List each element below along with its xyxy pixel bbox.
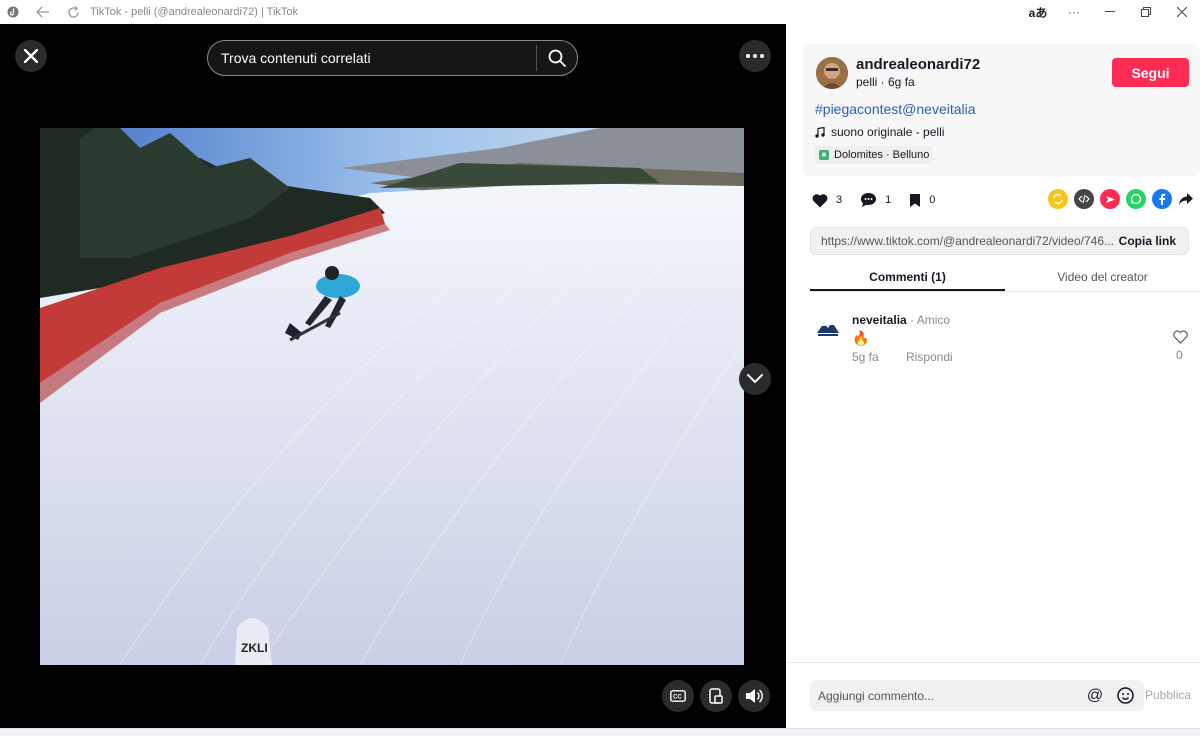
composer-divider [786, 662, 1200, 663]
author-username[interactable]: andrealeonardi72 [856, 56, 980, 73]
search-input[interactable]: Trova contenuti correlati [221, 50, 536, 66]
commenter-name[interactable]: neveitalia [852, 313, 907, 327]
hashtag-link[interactable]: #piegacontest@neveitalia [815, 101, 976, 117]
author-meta: pelli · 6g fa [856, 75, 915, 89]
search-icon[interactable] [537, 40, 577, 76]
heart-icon [812, 193, 828, 207]
repost-icon[interactable] [1048, 189, 1068, 209]
close-video-button[interactable] [15, 40, 47, 72]
picture-in-picture-icon [709, 688, 723, 704]
comment-text: 🔥 [852, 330, 870, 346]
profile-card: andrealeonardi72 pelli · 6g fa Segui #pi… [802, 44, 1200, 176]
related-search-bar[interactable]: Trova contenuti correlati [207, 40, 578, 76]
language-button[interactable]: aあ [1020, 0, 1056, 24]
music-note-icon [815, 126, 825, 138]
reply-button[interactable]: Rispondi [906, 350, 953, 364]
facebook-icon[interactable] [1152, 189, 1172, 209]
music-info[interactable]: suono originale - pelli [815, 125, 944, 139]
svg-text:CC: CC [673, 695, 682, 701]
speaker-icon [746, 689, 763, 703]
comment-input[interactable]: Aggiungi commento... [818, 689, 1084, 703]
panel-tabs: Commenti (1) Video del creator [810, 262, 1200, 292]
embed-icon[interactable] [1074, 189, 1094, 209]
engagement-actions: 3 1 0 [812, 188, 953, 212]
heart-outline-icon [1172, 330, 1188, 344]
avatar[interactable] [816, 57, 848, 89]
close-window-button[interactable] [1164, 0, 1200, 24]
captions-button[interactable]: CC [662, 680, 694, 712]
location-tag[interactable]: Dolomites · Belluno [815, 146, 934, 164]
music-label: suono originale - pelli [831, 125, 945, 139]
share-link-bar: https://www.tiktok.com/@andrealeonardi72… [810, 227, 1189, 255]
video-frame[interactable]: ZKLI [40, 128, 744, 665]
os-taskbar [0, 728, 1200, 736]
mention-icon[interactable]: @ [1084, 687, 1106, 705]
ellipsis-icon [746, 54, 764, 58]
comment-count: 1 [885, 194, 892, 206]
video-more-button[interactable] [739, 40, 771, 72]
floating-player-button[interactable] [700, 680, 732, 712]
comment-bubble-icon [861, 193, 877, 207]
window-titlebar: TikTok - pelli (@andrealeonardi72) | Tik… [0, 0, 1200, 24]
commenter-username[interactable]: neveitalia · Amico [852, 313, 950, 327]
follow-button[interactable]: Segui [1112, 58, 1189, 87]
video-player: Trova contenuti correlati ZKLI CC [0, 24, 786, 728]
tab-comments[interactable]: Commenti (1) [810, 262, 1005, 291]
emoji-icon[interactable] [1114, 687, 1136, 704]
send-icon[interactable] [1100, 189, 1120, 209]
commenter-avatar[interactable] [814, 314, 842, 342]
more-options-button[interactable]: ··· [1056, 0, 1092, 24]
tab-creator-videos[interactable]: Video del creator [1005, 262, 1200, 291]
save-button[interactable]: 0 [909, 193, 935, 208]
volume-button[interactable] [738, 680, 770, 712]
comment-date: 5g fa [852, 350, 879, 364]
like-count: 3 [836, 194, 843, 206]
svg-text:ZKLI: ZKLI [241, 641, 268, 655]
comment-composer[interactable]: Aggiungi commento... @ [810, 680, 1144, 711]
copy-link-button[interactable]: Copia link [1119, 234, 1176, 248]
share-link-url[interactable]: https://www.tiktok.com/@andrealeonardi72… [821, 234, 1119, 248]
share-arrow-icon[interactable] [1178, 189, 1194, 209]
back-arrow-icon[interactable] [36, 5, 50, 19]
details-panel: andrealeonardi72 pelli · 6g fa Segui #pi… [786, 24, 1200, 728]
cc-icon: CC [670, 690, 686, 702]
comment-like-count: 0 [1176, 348, 1183, 362]
share-icons [1048, 189, 1194, 209]
location-label: Dolomites · Belluno [834, 149, 930, 161]
chevron-down-icon [747, 374, 763, 384]
window-title: TikTok - pelli (@andrealeonardi72) | Tik… [90, 6, 299, 18]
friend-tag: · Amico [906, 313, 951, 327]
save-count: 0 [929, 194, 936, 206]
reload-icon[interactable] [66, 5, 80, 19]
close-icon [24, 49, 38, 63]
like-button[interactable]: 3 [812, 193, 842, 208]
comment-button[interactable]: 1 [860, 192, 891, 208]
publish-button[interactable]: Pubblica [1145, 688, 1191, 702]
restore-button[interactable] [1128, 0, 1164, 24]
location-pin-icon [819, 150, 829, 160]
comment-like-button[interactable] [1172, 330, 1188, 349]
next-video-button[interactable] [739, 363, 771, 395]
comment-item: neveitalia · Amico 🔥 5g fa Rispondi 0 [810, 310, 1200, 370]
whatsapp-icon[interactable] [1126, 189, 1146, 209]
minimize-button[interactable] [1092, 0, 1128, 24]
bookmark-icon [910, 193, 921, 207]
tiktok-logo-icon [6, 5, 20, 19]
